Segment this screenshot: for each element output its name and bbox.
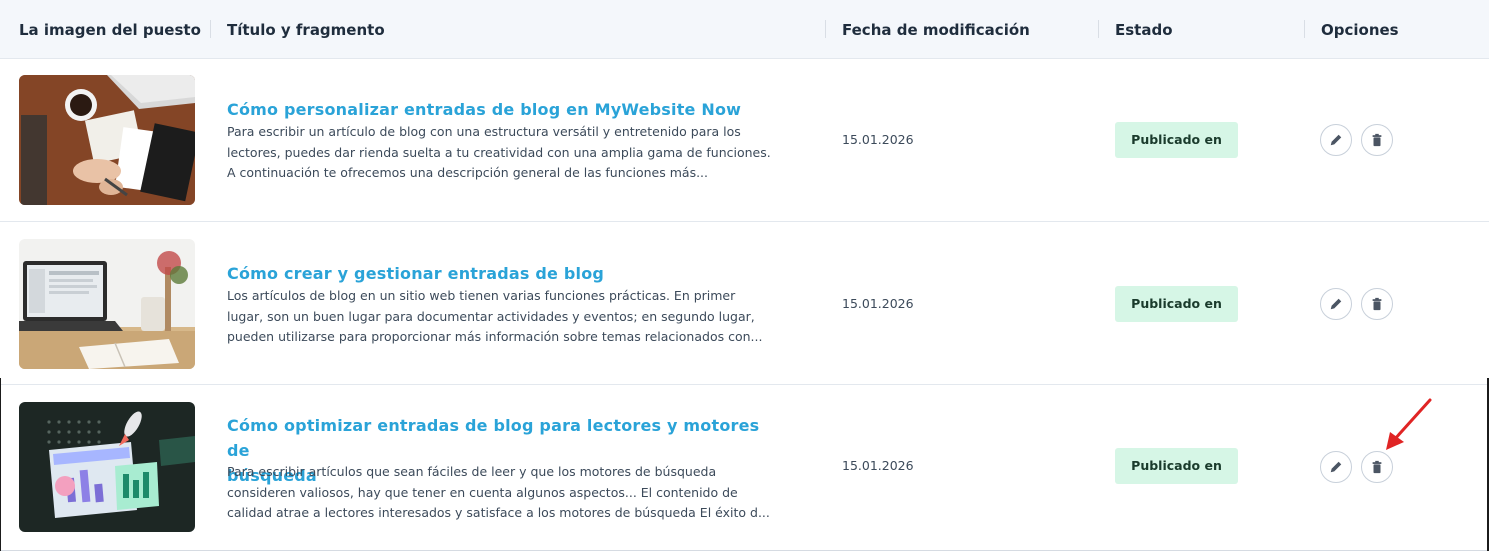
pencil-icon <box>1330 134 1342 146</box>
header-options: Opciones <box>1321 21 1399 39</box>
excerpt-line: Para escribir artículos que sean fáciles… <box>227 464 717 479</box>
table-header: La imagen del puesto Título y fragmento … <box>0 0 1489 59</box>
post-thumbnail[interactable] <box>19 239 195 369</box>
blog-posts-table: La imagen del puesto Título y fragmento … <box>0 0 1489 551</box>
table-row[interactable]: Cómo optimizar entradas de blog para lec… <box>0 378 1489 551</box>
edit-button[interactable] <box>1320 124 1352 156</box>
modified-date: 15.01.2026 <box>842 132 914 147</box>
excerpt-line: lugar, son un buen lugar para documentar… <box>227 308 755 324</box>
post-excerpt: Para escribir un artículo de blog con un… <box>227 122 827 184</box>
status-badge: Publicado en <box>1115 448 1238 484</box>
header-divider <box>1304 20 1305 38</box>
post-excerpt: Los artículos de blog en un sitio web ti… <box>227 286 827 348</box>
excerpt-line: Para escribir un artículo de blog con un… <box>227 124 741 139</box>
delete-button[interactable] <box>1361 451 1393 483</box>
post-title-link[interactable]: Cómo personalizar entradas de blog en My… <box>227 97 787 122</box>
post-title-line: Cómo optimizar entradas de blog para lec… <box>227 416 760 460</box>
post-thumbnail[interactable] <box>19 402 195 532</box>
edit-button[interactable] <box>1320 288 1352 320</box>
modified-date: 15.01.2026 <box>842 296 914 311</box>
thumbnail-seo-illustration-image <box>19 402 195 532</box>
header-divider <box>1098 20 1099 38</box>
header-status: Estado <box>1115 21 1173 39</box>
delete-button[interactable] <box>1361 288 1393 320</box>
edit-button[interactable] <box>1320 451 1352 483</box>
row-outline <box>0 378 1 551</box>
header-date: Fecha de modificación <box>842 21 1030 39</box>
modified-date: 15.01.2026 <box>842 458 914 473</box>
thumbnail-laptop-desk-image <box>19 239 195 369</box>
header-divider <box>825 20 826 38</box>
post-thumbnail[interactable] <box>19 75 195 205</box>
excerpt-line: A continuación te ofrecemos una descripc… <box>227 165 709 180</box>
post-excerpt: Para escribir artículos que sean fáciles… <box>227 462 827 524</box>
post-title-link[interactable]: Cómo crear y gestionar entradas de blog <box>227 261 787 286</box>
status-badge: Publicado en <box>1115 122 1238 158</box>
excerpt-line: pueden utilizarse para proporcionar más … <box>227 329 763 344</box>
pencil-icon <box>1330 461 1342 473</box>
excerpt-line: consideren valiosos, hay que tener en cu… <box>227 484 738 500</box>
excerpt-line: lectores, puedes dar rienda suelta a tu … <box>227 144 771 160</box>
table-row[interactable]: Cómo crear y gestionar entradas de blog … <box>0 222 1489 385</box>
delete-button[interactable] <box>1361 124 1393 156</box>
header-title: Título y fragmento <box>227 21 385 39</box>
excerpt-line: Los artículos de blog en un sitio web ti… <box>227 288 736 303</box>
trash-icon <box>1372 297 1382 311</box>
table-row[interactable]: Cómo personalizar entradas de blog en My… <box>0 59 1489 222</box>
header-image: La imagen del puesto <box>19 21 201 39</box>
status-badge: Publicado en <box>1115 286 1238 322</box>
pencil-icon <box>1330 298 1342 310</box>
trash-icon <box>1372 133 1382 147</box>
annotation-arrow-icon <box>1386 398 1432 450</box>
excerpt-line: calidad atrae a lectores interesados y s… <box>227 505 770 520</box>
header-divider <box>210 20 211 38</box>
thumbnail-desk-writing-image <box>19 75 195 205</box>
trash-icon <box>1372 460 1382 474</box>
